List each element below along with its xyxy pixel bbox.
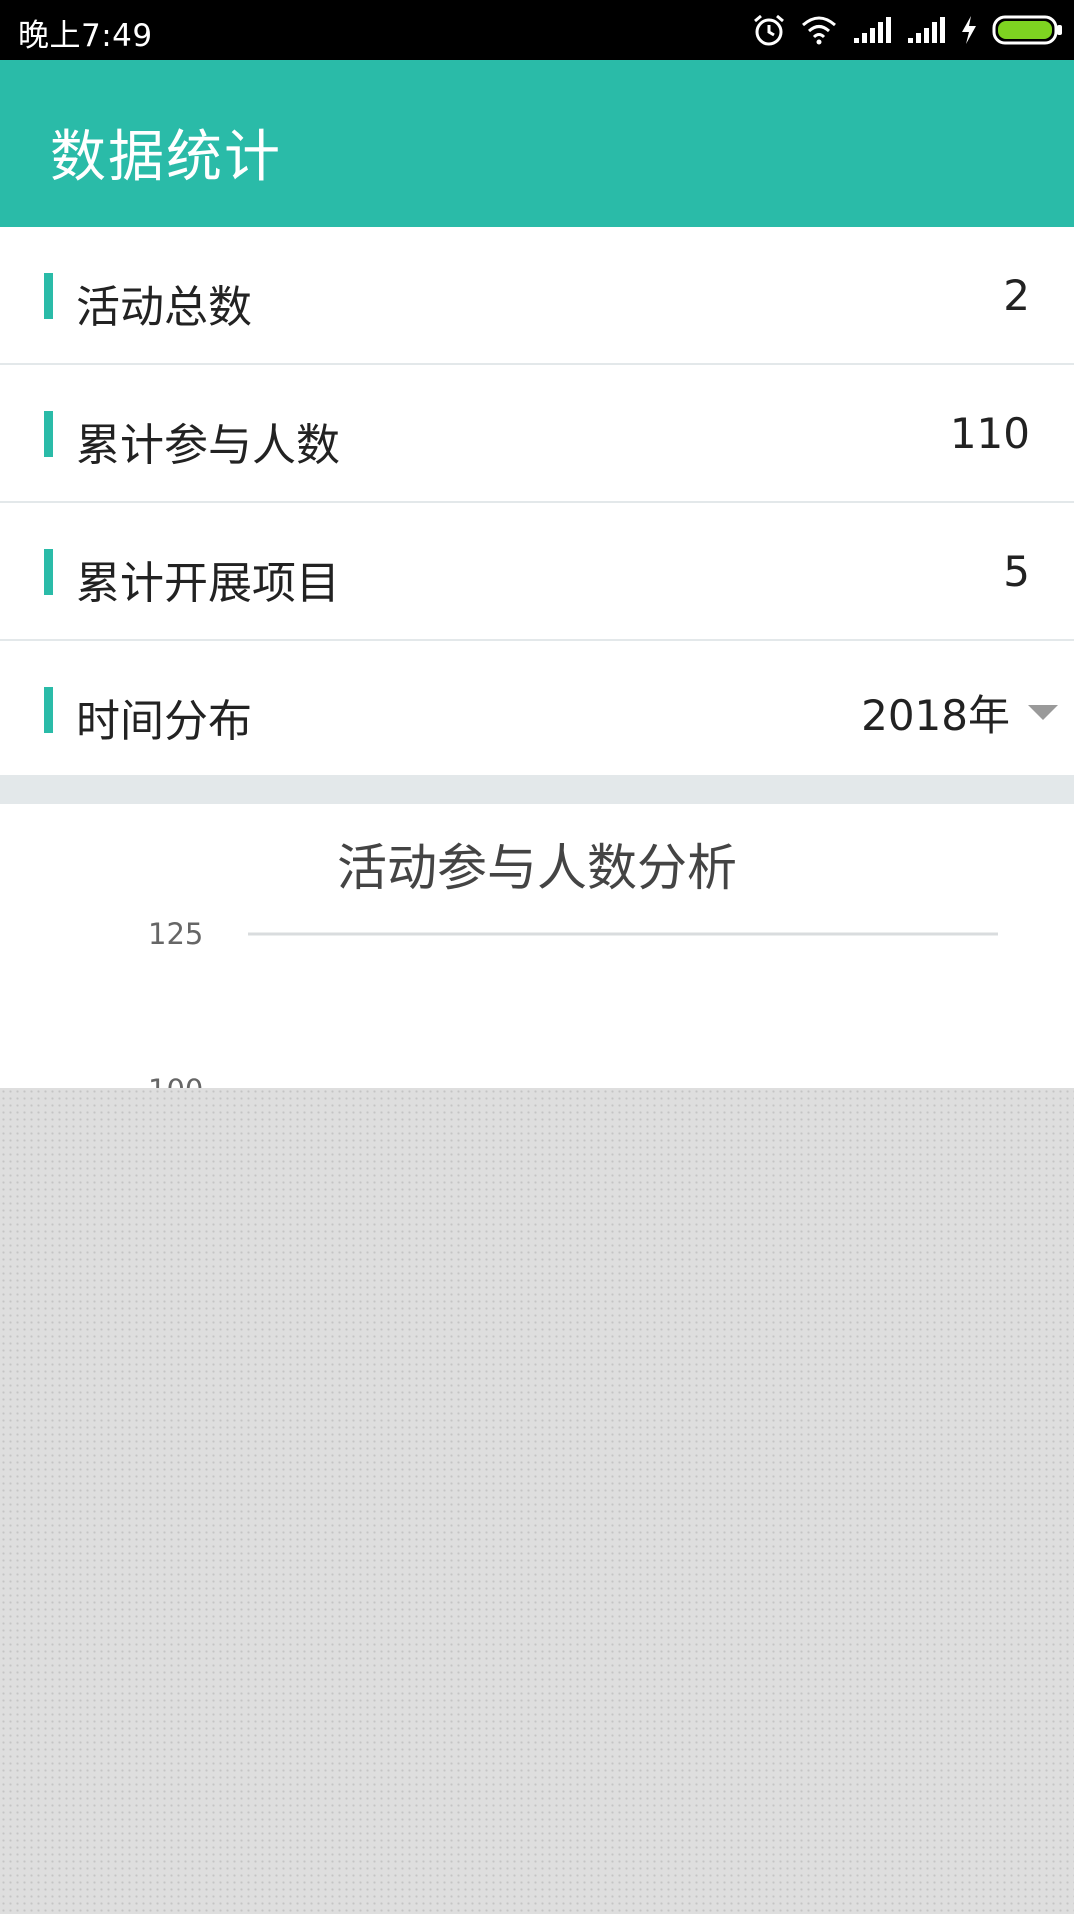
stat-value: 2 (1003, 271, 1030, 320)
signal-icon (852, 16, 892, 44)
charging-icon (960, 15, 978, 45)
status-bar: 晚上7:49 (0, 0, 1074, 60)
alarm-icon (752, 13, 786, 47)
wifi-icon (800, 15, 838, 45)
year-dropdown[interactable]: 2018年 (861, 687, 1064, 740)
page-title: 数据统计 (50, 125, 282, 190)
dropdown-caret-icon (1028, 704, 1058, 720)
stat-value: 110 (949, 409, 1030, 458)
loading-overlay (0, 1088, 1074, 1914)
status-icons (752, 10, 1064, 50)
accent-marker (44, 411, 53, 457)
signal-icon (906, 16, 946, 44)
accent-marker (44, 687, 53, 733)
section-divider (0, 775, 1074, 804)
stat-label: 累计开展项目 (76, 558, 340, 609)
status-time: 晚上7:49 (18, 18, 153, 54)
y-tick-label: 100 (148, 1073, 203, 1088)
stat-label: 累计参与人数 (76, 420, 340, 471)
app-bar: 数据统计 (0, 60, 1074, 227)
chart-card: 活动参与人数分析 125100 (0, 804, 1074, 1088)
y-tick-label: 125 (148, 917, 203, 951)
chart-plot: 125 100 (148, 917, 998, 1088)
stat-row-activity-total: 活动总数 2 (0, 227, 1074, 366)
stat-row-participants: 累计参与人数 110 (0, 365, 1074, 504)
stat-value: 5 (1003, 547, 1030, 596)
time-distribution-label: 时间分布 (76, 696, 252, 747)
stat-row-time-distribution: 时间分布 2018年 (0, 641, 1074, 775)
stat-label: 活动总数 (76, 282, 252, 333)
year-dropdown-value: 2018年 (861, 690, 1010, 740)
accent-marker (44, 273, 53, 319)
stat-row-projects: 累计开展项目 5 (0, 503, 1074, 642)
accent-marker (44, 549, 53, 595)
battery-icon (992, 14, 1064, 46)
